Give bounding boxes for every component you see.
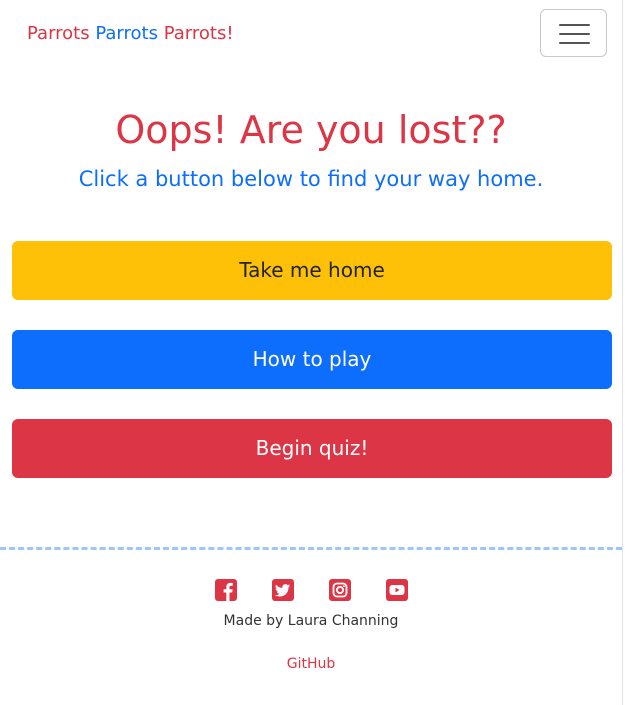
how-to-play-button[interactable]: How to play bbox=[12, 330, 612, 389]
github-link[interactable]: GitHub bbox=[0, 654, 622, 674]
facebook-icon[interactable] bbox=[214, 578, 238, 602]
take-me-home-button[interactable]: Take me home bbox=[12, 241, 612, 300]
instagram-icon[interactable] bbox=[328, 578, 352, 602]
brand-link[interactable]: Parrots Parrots Parrots! bbox=[27, 22, 234, 46]
brand-word-2: Parrots bbox=[95, 23, 158, 44]
made-by-text: Made by Laura Channing bbox=[223, 613, 399, 629]
brand-word-3: Parrots! bbox=[163, 23, 234, 44]
page-title: Oops! Are you lost?? bbox=[115, 108, 507, 152]
youtube-icon[interactable] bbox=[385, 578, 409, 602]
twitter-icon[interactable] bbox=[271, 578, 295, 602]
social-links bbox=[212, 578, 412, 602]
page: Parrots Parrots Parrots! Oops! Are you l… bbox=[0, 0, 625, 705]
navbar-toggler-button[interactable] bbox=[540, 9, 607, 57]
begin-quiz-button[interactable]: Begin quiz! bbox=[12, 419, 612, 478]
footer-divider bbox=[0, 547, 622, 550]
brand-word-1: Parrots bbox=[27, 23, 90, 44]
page-subtitle: Click a button below to find your way ho… bbox=[78, 167, 544, 191]
